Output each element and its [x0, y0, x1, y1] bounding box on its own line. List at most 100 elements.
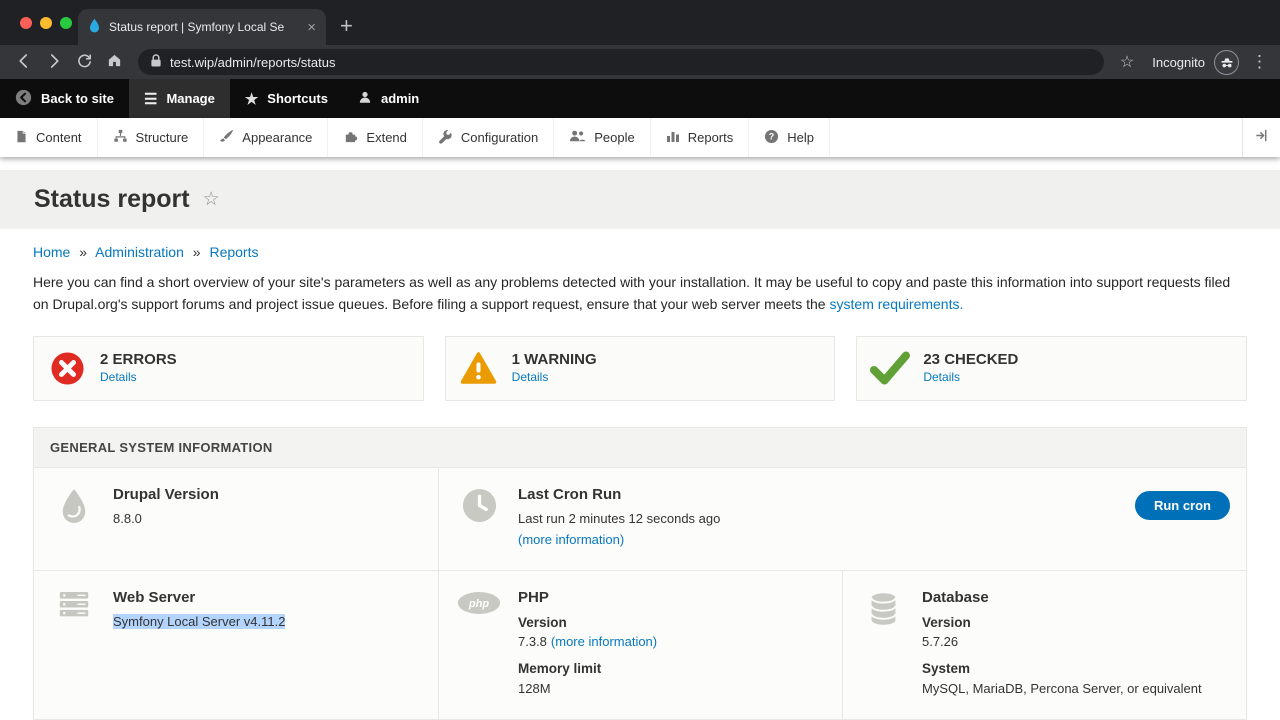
checked-details-link[interactable]: Details [923, 370, 960, 384]
page-header: Status report ☆ [0, 170, 1280, 229]
home-icon [106, 52, 123, 72]
breadcrumb-separator: » [79, 244, 87, 260]
warning-details-link[interactable]: Details [512, 370, 549, 384]
forward-button[interactable] [40, 48, 68, 76]
toolbar-orientation-toggle[interactable] [1242, 118, 1280, 157]
item-title: Last Cron Run [518, 486, 1112, 503]
shortcuts-label: Shortcuts [267, 91, 328, 106]
back-to-site-link[interactable]: Back to site [0, 79, 129, 118]
reload-button[interactable] [70, 48, 98, 76]
window-controls [20, 17, 72, 29]
drupal-drop-icon [50, 486, 98, 549]
tab-close-icon[interactable]: × [307, 20, 316, 35]
more-information-link[interactable]: (more information) [518, 532, 624, 547]
window-zoom-button[interactable] [60, 17, 72, 29]
php-version-value: 7.3.8 [518, 634, 547, 649]
item-title: Database [922, 589, 1230, 606]
php-version-line: 7.3.8 (more information) [518, 632, 826, 652]
breadcrumb-link-administration[interactable]: Administration [95, 244, 184, 260]
collapse-icon [1254, 128, 1269, 148]
bookmark-star-icon[interactable]: ☆ [1120, 52, 1134, 72]
status-count: 23 CHECKED [923, 351, 1018, 368]
wrench-icon [438, 129, 453, 147]
status-card-warnings: 1 WARNING Details [445, 336, 836, 401]
page-title: Status report [34, 185, 190, 214]
browser-tab[interactable]: Status report | Symfony Local Se × [78, 9, 326, 45]
menu-item-people[interactable]: People [554, 118, 650, 157]
bar-chart-icon [666, 129, 680, 146]
menu-item-help[interactable]: ? Help [749, 118, 830, 157]
menu-item-appearance[interactable]: Appearance [204, 118, 328, 157]
cron-cell: Last Cron Run Last run 2 minutes 12 seco… [438, 468, 1246, 569]
db-system-value: MySQL, MariaDB, Percona Server, or equiv… [922, 679, 1230, 699]
intro-text: Here you can find a short overview of yo… [33, 272, 1247, 315]
cell-body: Web Server Symfony Local Server v4.11.2 [113, 589, 422, 699]
cell-body: PHP Version 7.3.8(more information) Memo… [518, 589, 826, 699]
php-more-information-link[interactable]: (more information) [551, 634, 657, 649]
user-menu[interactable]: admin [343, 79, 434, 118]
item-value: 8.8.0 [113, 509, 422, 529]
user-icon [358, 90, 372, 108]
server-icon [50, 589, 98, 699]
system-requirements-link[interactable]: system requirements. [830, 296, 964, 312]
url-text: test.wip/admin/reports/status [170, 55, 335, 70]
drupal-favicon-icon [88, 18, 101, 37]
main-content: Home » Administration » Reports Here you… [0, 244, 1280, 720]
php-icon: php [455, 589, 503, 699]
web-server-cell: Web Server Symfony Local Server v4.11.2 [34, 571, 438, 719]
web-server-value-line: Symfony Local Server v4.11.2 [113, 612, 422, 632]
run-cron-button[interactable]: Run cron [1135, 491, 1230, 520]
cell-body: Drupal Version 8.8.0 [113, 486, 422, 549]
menu-label: Extend [366, 130, 406, 145]
sitemap-icon [113, 129, 128, 146]
database-icon [859, 589, 907, 699]
browser-toolbar: test.wip/admin/reports/status ☆ Incognit… [0, 45, 1280, 79]
menu-item-reports[interactable]: Reports [651, 118, 750, 157]
favorite-star-icon[interactable]: ☆ [203, 188, 220, 211]
clock-icon [455, 486, 503, 549]
selected-text: Symfony Local Server v4.11.2 [113, 614, 285, 629]
people-icon [569, 129, 586, 146]
status-card-text: 23 CHECKED Details [923, 351, 1018, 386]
database-cell: Database Version 5.7.26 System MySQL, Ma… [842, 571, 1246, 719]
address-bar[interactable]: test.wip/admin/reports/status [138, 49, 1104, 75]
php-version-label: Version [518, 613, 826, 633]
item-title: PHP [518, 589, 826, 606]
breadcrumb-link-reports[interactable]: Reports [209, 244, 258, 260]
drupal-admin-toolbar: Back to site ☰ Manage ★ Shortcuts admin [0, 79, 1280, 118]
menu-label: Reports [688, 130, 734, 145]
back-button[interactable] [10, 48, 38, 76]
db-system-label: System [922, 659, 1230, 679]
menu-label: Appearance [242, 130, 312, 145]
db-version-value: 5.7.26 [922, 632, 1230, 652]
menu-item-structure[interactable]: Structure [98, 118, 205, 157]
menu-label: Structure [136, 130, 189, 145]
check-icon [857, 351, 923, 386]
manage-label: Manage [166, 91, 214, 106]
window-close-button[interactable] [20, 17, 32, 29]
menu-item-extend[interactable]: Extend [328, 118, 422, 157]
system-info-panel: GENERAL SYSTEM INFORMATION Drupal Versio… [33, 427, 1247, 720]
cron-last-run: Last run 2 minutes 12 seconds ago [518, 509, 1112, 529]
cell-body: Last Cron Run Last run 2 minutes 12 seco… [518, 486, 1112, 549]
drupal-version-cell: Drupal Version 8.8.0 [34, 468, 438, 569]
back-to-site-label: Back to site [41, 91, 114, 106]
db-version-label: Version [922, 613, 1230, 633]
manage-tab[interactable]: ☰ Manage [129, 79, 230, 118]
system-info-row-1: Drupal Version 8.8.0 Last Cron Run Last … [34, 468, 1246, 569]
menu-item-configuration[interactable]: Configuration [423, 118, 554, 157]
error-details-link[interactable]: Details [100, 370, 137, 384]
item-title: Web Server [113, 589, 422, 606]
breadcrumb-separator: » [193, 244, 201, 260]
home-button[interactable] [100, 48, 128, 76]
php-cell: php PHP Version 7.3.8(more information) … [438, 571, 842, 719]
incognito-label: Incognito [1152, 55, 1205, 70]
shortcuts-tab[interactable]: ★ Shortcuts [230, 79, 343, 118]
browser-menu-button[interactable]: ⋮ [1251, 52, 1268, 72]
warning-icon [446, 352, 512, 386]
window-minimize-button[interactable] [40, 17, 52, 29]
new-tab-button[interactable]: + [340, 15, 353, 37]
breadcrumb-link-home[interactable]: Home [33, 244, 70, 260]
menu-item-content[interactable]: Content [0, 118, 98, 157]
system-info-row-2: Web Server Symfony Local Server v4.11.2 … [34, 570, 1246, 719]
